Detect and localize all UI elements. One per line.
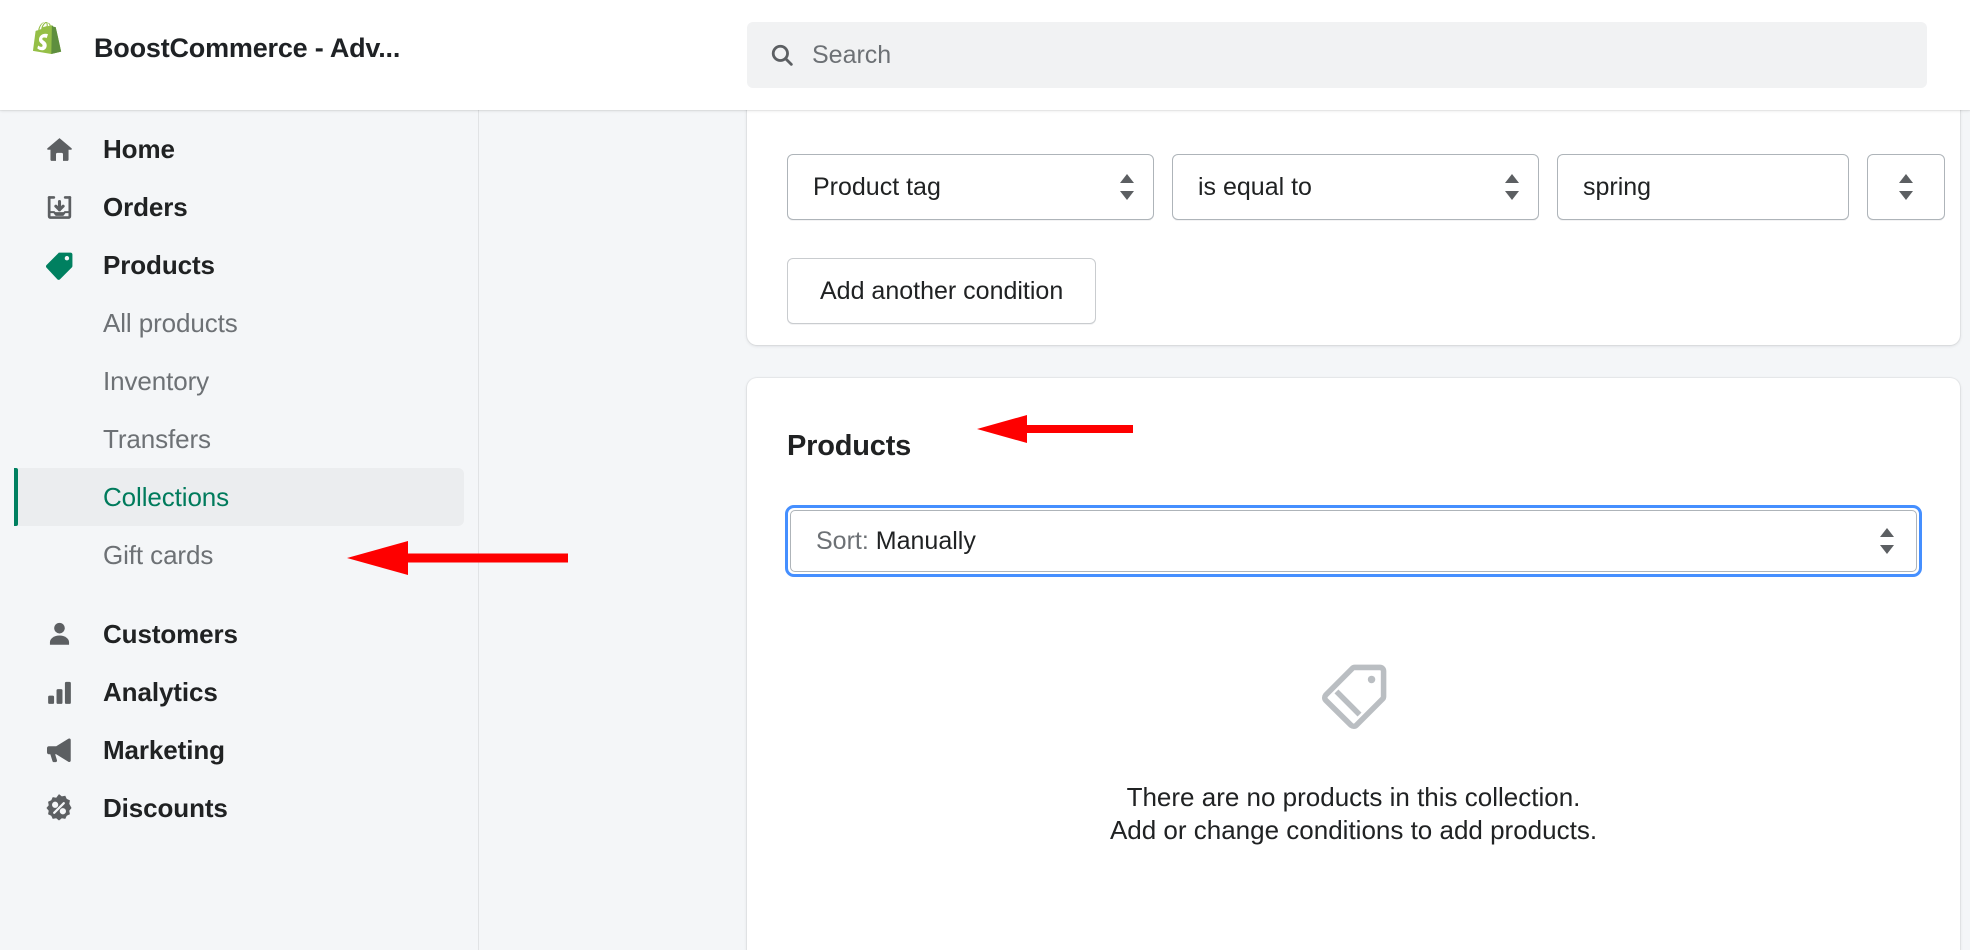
sidebar-item-home[interactable]: Home [14,120,464,178]
sort-select[interactable]: Sort: Manually [785,505,1922,577]
empty-state-line-1: There are no products in this collection… [1126,782,1581,812]
search-bar[interactable] [747,22,1927,88]
brand-name: BoostCommerce - Adv... [94,32,401,63]
condition-extra-select[interactable] [1867,154,1945,220]
search-icon [771,44,793,66]
sidebar-item-marketing[interactable]: Marketing [14,721,464,779]
products-empty-state: There are no products in this collection… [747,658,1960,847]
sidebar-item-inventory[interactable]: Inventory [14,352,464,410]
products-card: Products Sort: Manually There are no pro… [747,378,1960,950]
sidebar-item-orders[interactable]: Orders [14,178,464,236]
condition-field-value: Product tag [813,172,941,201]
tag-outline-icon [1321,664,1386,730]
sidebar-item-analytics[interactable]: Analytics [14,663,464,721]
search-input[interactable] [812,35,1905,75]
condition-operator-value: is equal to [1198,172,1312,201]
shopify-admin-window: BoostCommerce - Adv... Home [0,0,1970,950]
sidebar-item-label: Inventory [103,365,210,396]
home-icon [42,132,76,166]
sort-select-inner: Sort: Manually [790,510,1917,572]
sidebar-item-label: Marketing [103,734,225,765]
sidebar-item-customers[interactable]: Customers [14,605,464,663]
sidebar-item-all-products[interactable]: All products [14,294,464,352]
sort-value: Manually [875,526,976,555]
condition-field-select[interactable]: Product tag [787,154,1154,220]
stepper-icon [1505,174,1519,200]
sidebar-item-label: Discounts [103,792,228,823]
sidebar-item-discounts[interactable]: Discounts [14,779,464,837]
empty-state-text: There are no products in this collection… [1110,781,1597,847]
sidebar-item-transfers[interactable]: Transfers [14,410,464,468]
add-another-condition-button[interactable]: Add another condition [787,258,1097,324]
stepper-icon [1120,174,1134,200]
products-card-title: Products [787,430,912,462]
top-bar: BoostCommerce - Adv... [0,0,1970,110]
megaphone-icon [42,733,76,767]
condition-value-text: spring [1583,172,1652,201]
sidebar-item-collections[interactable]: Collections [14,468,464,526]
person-icon [42,617,76,651]
sidebar-item-label: Collections [103,481,230,512]
tag-icon [42,248,76,282]
sidebar-item-label: Orders [103,191,188,222]
sidebar-item-label: Transfers [103,423,211,454]
sidebar: Home Orders Products All products Invent… [0,110,479,950]
selected-accent-bar [14,468,18,526]
sort-label: Sort: [816,526,869,555]
shopify-bag-logo-icon [33,22,62,54]
sidebar-item-products[interactable]: Products [14,236,464,294]
brand[interactable]: BoostCommerce - Adv... [25,22,400,74]
sidebar-item-gift-cards[interactable]: Gift cards [14,526,464,584]
condition-operator-select[interactable]: is equal to [1172,154,1539,220]
orders-icon [42,190,76,224]
sidebar-item-label: Gift cards [103,539,214,570]
discount-icon [42,791,76,825]
main-content: Product tag is equal to spring Add anoth… [480,110,1970,950]
stepper-icon [1899,174,1913,200]
sidebar-item-label: Analytics [103,676,218,707]
sidebar-item-label: Customers [103,618,238,649]
sidebar-item-label: All products [103,307,238,338]
stepper-icon [1880,528,1894,554]
sidebar-item-label: Products [103,249,215,280]
condition-value-input[interactable]: spring [1557,154,1849,220]
bar-chart-icon [42,675,76,709]
sidebar-item-label: Home [103,133,175,164]
empty-state-line-2: Add or change conditions to add products… [1109,814,1598,845]
conditions-card: Product tag is equal to spring Add anoth… [747,110,1960,345]
condition-row: Product tag is equal to spring [787,154,1945,220]
